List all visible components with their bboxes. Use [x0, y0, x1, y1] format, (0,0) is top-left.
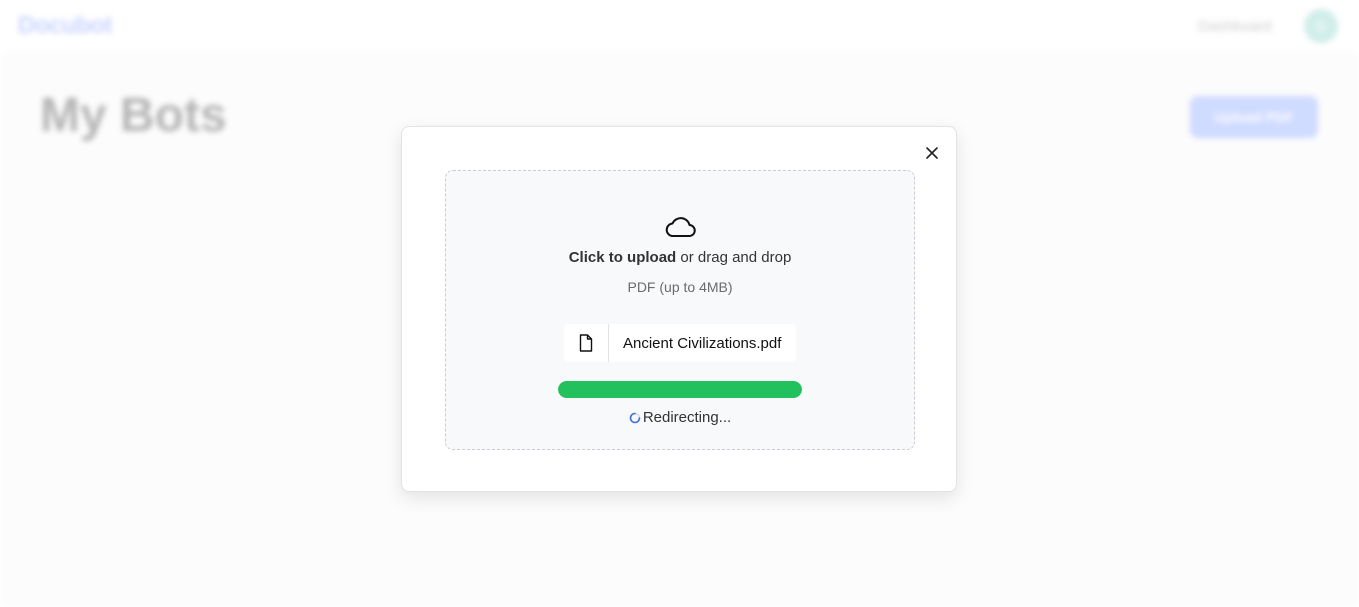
upload-instruction: Click to upload or drag and drop — [446, 249, 914, 266]
upload-progress-fill — [558, 381, 802, 398]
file-dropzone[interactable]: Click to upload or drag and drop PDF (up… — [445, 170, 915, 450]
status-text: Redirecting... — [642, 409, 732, 426]
upload-status: Redirecting... — [446, 409, 914, 426]
cloud-icon — [664, 215, 696, 239]
click-to-upload-text[interactable]: Click to upload — [569, 249, 677, 266]
spinner-icon — [629, 412, 641, 424]
selected-file-chip: Ancient Civilizations.pdf — [564, 324, 796, 362]
file-icon — [564, 324, 609, 362]
file-type-hint: PDF (up to 4MB) — [627, 279, 733, 295]
close-button[interactable] — [922, 143, 942, 163]
close-icon — [922, 143, 942, 163]
file-name: Ancient Civilizations.pdf — [623, 334, 782, 352]
drag-drop-text: or drag and drop — [676, 249, 792, 266]
upload-progress-bar — [558, 381, 802, 398]
upload-modal: Click to upload or drag and drop PDF (up… — [401, 126, 957, 492]
